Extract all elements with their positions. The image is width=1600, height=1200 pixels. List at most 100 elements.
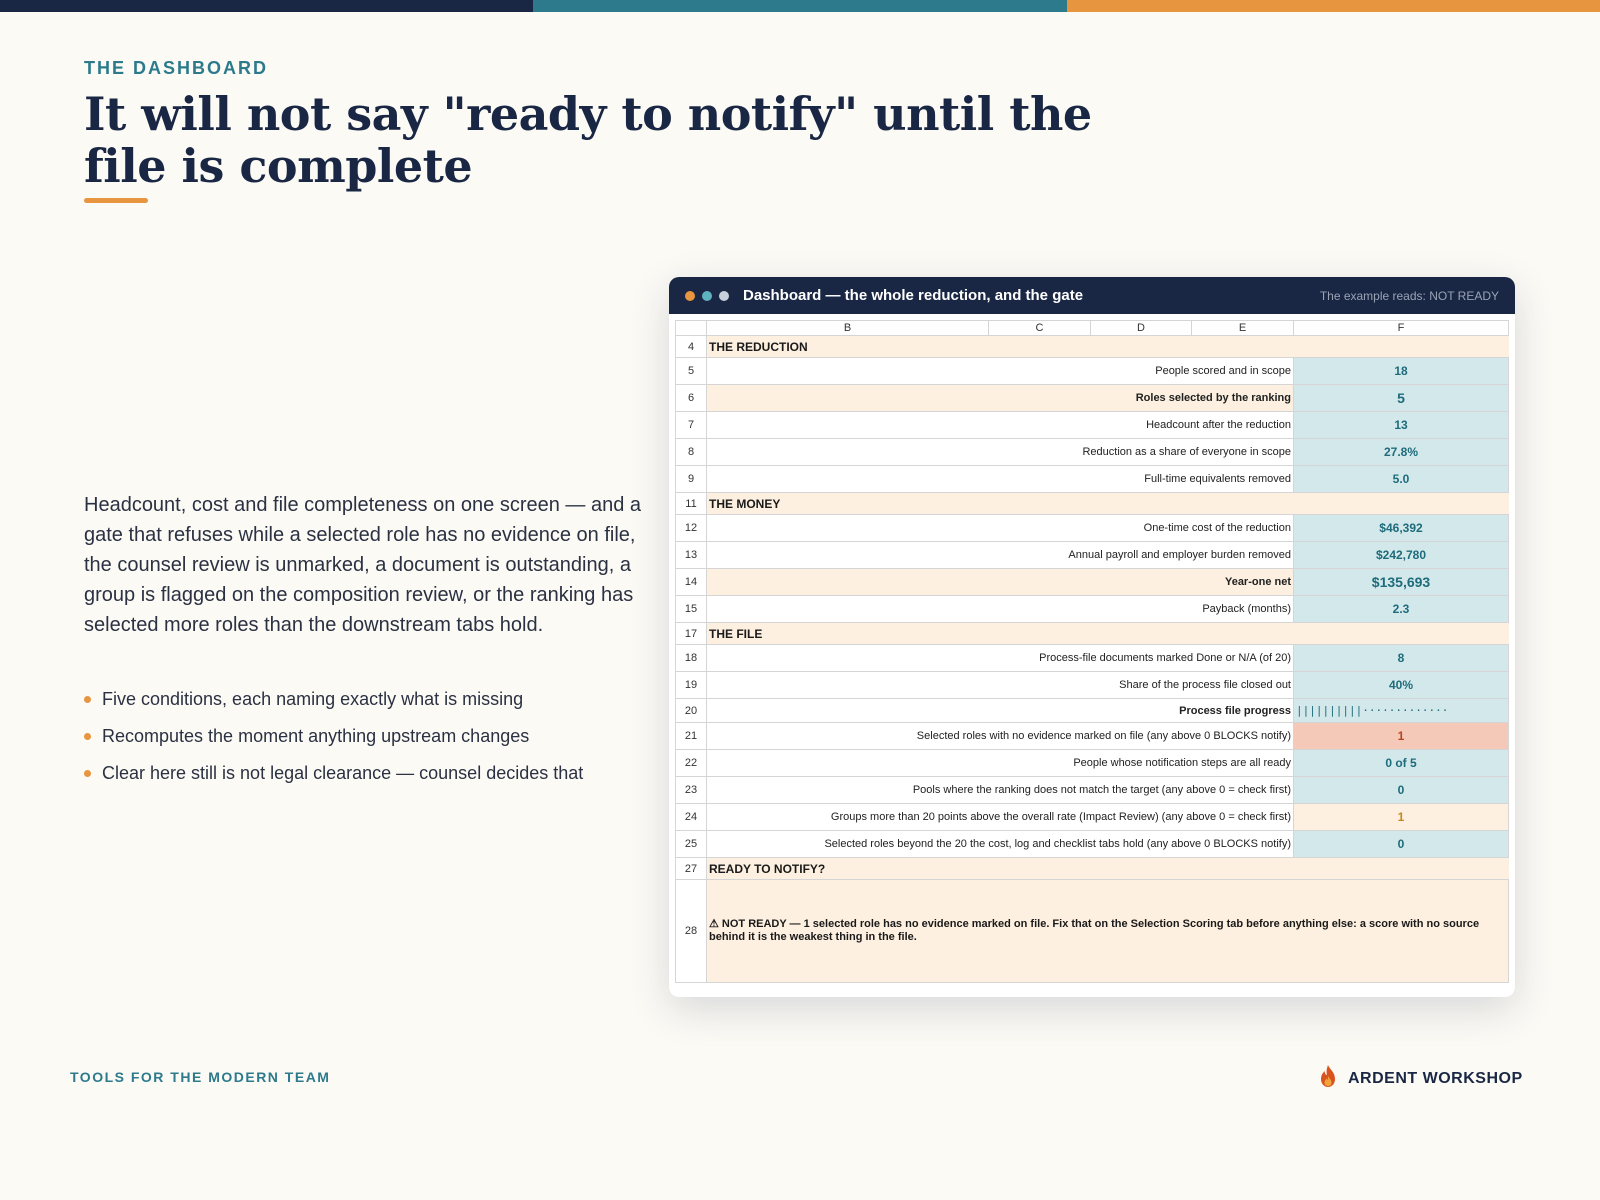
grid-bottom-border xyxy=(675,982,1509,983)
column-header[interactable]: C xyxy=(989,321,1091,335)
table-row: 15 Payback (months) 2.3 xyxy=(675,595,1509,622)
accent-teal xyxy=(533,0,1067,12)
row-label[interactable]: Pools where the ranking does not match t… xyxy=(707,777,1294,803)
section-label[interactable]: THE FILE xyxy=(707,623,1509,644)
section-label[interactable]: THE MONEY xyxy=(707,493,1509,514)
bullet-item: Recomputes the moment anything upstream … xyxy=(84,725,644,747)
row-label[interactable]: Annual payroll and employer burden remov… xyxy=(707,542,1294,568)
table-row: 19 Share of the process file closed out … xyxy=(675,671,1509,698)
row-number[interactable]: 17 xyxy=(675,623,707,644)
brand-name: ARDENT WORKSHOP xyxy=(1348,1069,1523,1087)
row-number[interactable]: 18 xyxy=(675,645,707,671)
row-value[interactable]: 2.3 xyxy=(1294,596,1509,622)
row-label[interactable]: Payback (months) xyxy=(707,596,1294,622)
row-value[interactable]: 1 xyxy=(1294,804,1509,830)
column-header[interactable]: E xyxy=(1192,321,1294,335)
row-number[interactable]: 24 xyxy=(675,804,707,830)
corner-cell xyxy=(675,321,707,335)
bullet-item: Clear here still is not legal clearance … xyxy=(84,762,644,784)
section-label[interactable]: THE REDUCTION xyxy=(707,336,1509,357)
progress-bar[interactable]: ||||||||||············· xyxy=(1294,699,1509,722)
row-number[interactable]: 22 xyxy=(675,750,707,776)
row-number[interactable]: 27 xyxy=(675,858,707,879)
row-number[interactable]: 4 xyxy=(675,336,707,357)
table-row: 13 Annual payroll and employer burden re… xyxy=(675,541,1509,568)
row-number[interactable]: 9 xyxy=(675,466,707,492)
row-value[interactable]: $135,693 xyxy=(1294,569,1509,595)
row-label[interactable]: Process file progress xyxy=(707,699,1294,722)
row-value[interactable]: 0 of 5 xyxy=(1294,750,1509,776)
column-header[interactable]: D xyxy=(1091,321,1192,335)
row-number[interactable]: 25 xyxy=(675,831,707,857)
row-value[interactable]: 8 xyxy=(1294,645,1509,671)
row-label[interactable]: People scored and in scope xyxy=(707,358,1294,384)
row-number[interactable]: 20 xyxy=(675,699,707,722)
ready-status-row: 28 ⚠ NOT READY — 1 selected role has no … xyxy=(675,879,1509,982)
row-label[interactable]: Full-time equivalents removed xyxy=(707,466,1294,492)
row-number[interactable]: 5 xyxy=(675,358,707,384)
column-header[interactable]: F xyxy=(1294,321,1509,335)
row-number[interactable]: 21 xyxy=(675,723,707,749)
section-label[interactable]: READY TO NOTIFY? xyxy=(707,858,1509,879)
row-label[interactable]: Selected roles with no evidence marked o… xyxy=(707,723,1294,749)
row-value[interactable]: $242,780 xyxy=(1294,542,1509,568)
row-number[interactable]: 13 xyxy=(675,542,707,568)
row-label[interactable]: Year-one net xyxy=(707,569,1294,595)
row-number[interactable]: 8 xyxy=(675,439,707,465)
row-label[interactable]: Roles selected by the ranking xyxy=(707,385,1294,411)
spreadsheet-grid: B C D E F 4 THE REDUCTION 5 People score… xyxy=(675,320,1509,983)
row-number[interactable]: 7 xyxy=(675,412,707,438)
maximize-dot-icon[interactable] xyxy=(719,290,729,301)
row-number[interactable]: 14 xyxy=(675,569,707,595)
table-row: 5 People scored and in scope 18 xyxy=(675,357,1509,384)
row-label[interactable]: Headcount after the reduction xyxy=(707,412,1294,438)
row-label[interactable]: People whose notification steps are all … xyxy=(707,750,1294,776)
table-row: 25 Selected roles beyond the 20 the cost… xyxy=(675,830,1509,857)
bullet-text: Recomputes the moment anything upstream … xyxy=(102,726,530,746)
window-titlebar: Dashboard — the whole reduction, and the… xyxy=(669,277,1515,314)
table-row: 20 Process file progress ||||||||||·····… xyxy=(675,698,1509,722)
row-number[interactable]: 28 xyxy=(675,880,707,982)
section-row: 27 READY TO NOTIFY? xyxy=(675,857,1509,879)
row-number[interactable]: 15 xyxy=(675,596,707,622)
window-title: Dashboard — the whole reduction, and the… xyxy=(743,287,1084,304)
row-label[interactable]: Reduction as a share of everyone in scop… xyxy=(707,439,1294,465)
row-value[interactable]: 18 xyxy=(1294,358,1509,384)
row-value[interactable]: 0 xyxy=(1294,831,1509,857)
row-value[interactable]: $46,392 xyxy=(1294,515,1509,541)
bullet-text: Five conditions, each naming exactly wha… xyxy=(102,689,524,709)
ready-status-message[interactable]: ⚠ NOT READY — 1 selected role has no evi… xyxy=(707,880,1509,982)
row-value[interactable]: 1 xyxy=(1294,723,1509,749)
bullet-dot xyxy=(84,733,91,740)
spreadsheet-window: Dashboard — the whole reduction, and the… xyxy=(669,277,1515,997)
bullet-list: Five conditions, each naming exactly wha… xyxy=(84,688,644,799)
row-number[interactable]: 6 xyxy=(675,385,707,411)
row-value[interactable]: 40% xyxy=(1294,672,1509,698)
table-row: 8 Reduction as a share of everyone in sc… xyxy=(675,438,1509,465)
row-number[interactable]: 19 xyxy=(675,672,707,698)
section-row: 11 THE MONEY xyxy=(675,492,1509,514)
row-label[interactable]: Selected roles beyond the 20 the cost, l… xyxy=(707,831,1294,857)
row-number[interactable]: 12 xyxy=(675,515,707,541)
row-value[interactable]: 13 xyxy=(1294,412,1509,438)
row-number[interactable]: 23 xyxy=(675,777,707,803)
accent-navy xyxy=(0,0,534,12)
table-row: 22 People whose notification steps are a… xyxy=(675,749,1509,776)
close-dot-icon[interactable] xyxy=(685,290,695,301)
row-value[interactable]: 0 xyxy=(1294,777,1509,803)
row-value[interactable]: 27.8% xyxy=(1294,439,1509,465)
row-label[interactable]: Process-file documents marked Done or N/… xyxy=(707,645,1294,671)
row-number[interactable]: 11 xyxy=(675,493,707,514)
column-header[interactable]: B xyxy=(707,321,989,335)
row-label[interactable]: Groups more than 20 points above the ove… xyxy=(707,804,1294,830)
window-controls xyxy=(685,290,729,301)
table-row: 7 Headcount after the reduction 13 xyxy=(675,411,1509,438)
row-label[interactable]: One-time cost of the reduction xyxy=(707,515,1294,541)
row-label[interactable]: Share of the process file closed out xyxy=(707,672,1294,698)
column-header-row: B C D E F xyxy=(675,320,1509,335)
row-value[interactable]: 5 xyxy=(1294,385,1509,411)
table-row: 9 Full-time equivalents removed 5.0 xyxy=(675,465,1509,492)
row-value[interactable]: 5.0 xyxy=(1294,466,1509,492)
footer-brand: ARDENT WORKSHOP xyxy=(1318,1064,1523,1093)
minimize-dot-icon[interactable] xyxy=(702,290,712,301)
